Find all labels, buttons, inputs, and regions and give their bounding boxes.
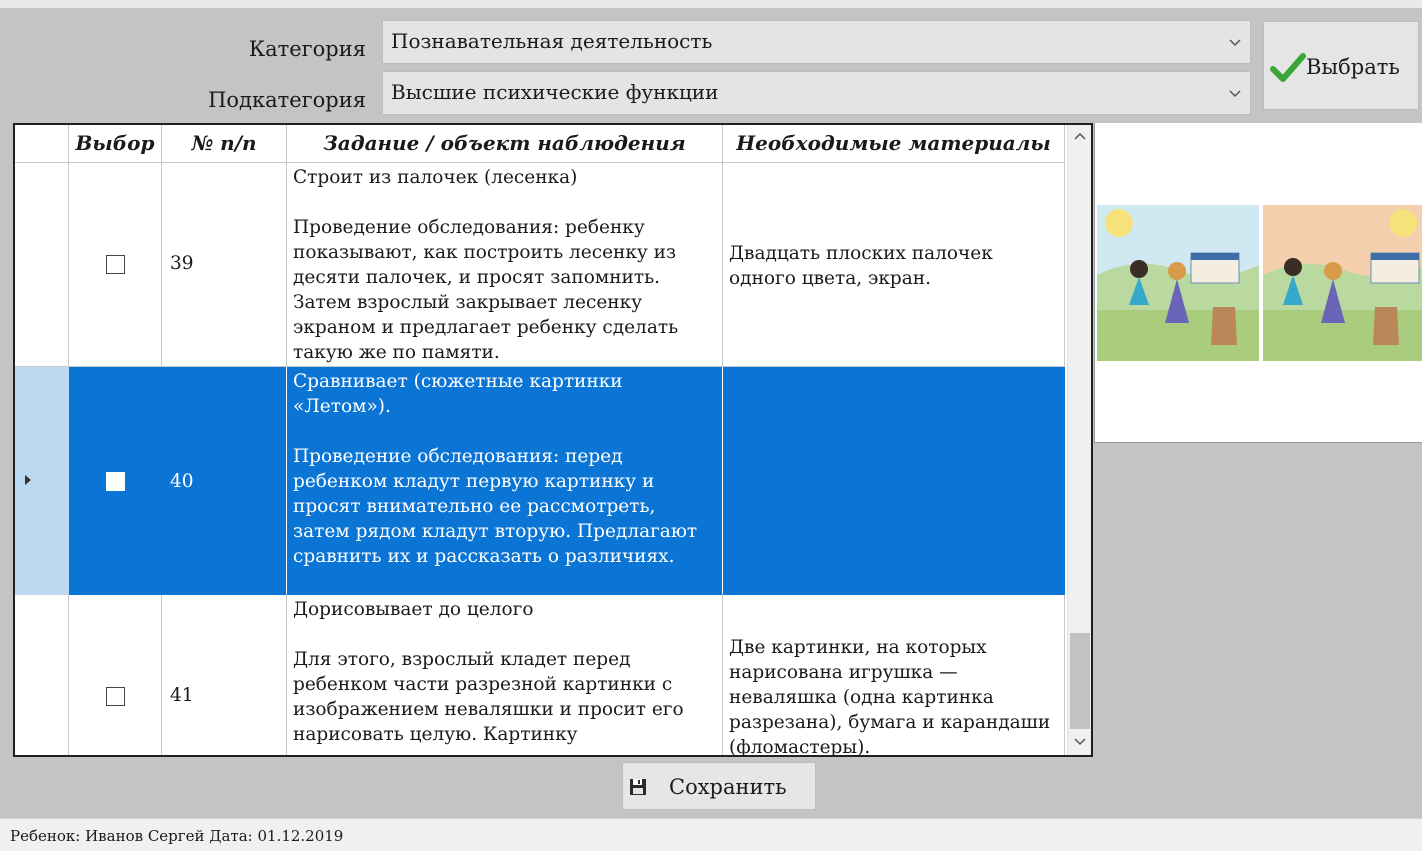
table-row[interactable]: 41 Дорисовывает до целого Для этого, взр…	[15, 595, 1065, 755]
select-cell	[69, 163, 162, 367]
status-text: Ребенок: Иванов Сергей Дата: 01.12.2019	[10, 827, 344, 845]
table-row[interactable]: 40 Сравнивает (сюжетные картинки «Летом»…	[15, 367, 1065, 595]
row-checkbox[interactable]	[106, 687, 125, 706]
table-row[interactable]: 39 Строит из палочек (лесенка) Проведени…	[15, 163, 1065, 367]
materials-cell: Двадцать плоских палочек одного цвета, э…	[723, 163, 1065, 367]
save-button-label: Сохранить	[669, 775, 787, 799]
materials-cell	[723, 367, 1065, 595]
select-button[interactable]: Выбрать	[1263, 21, 1419, 110]
category-label: Категория	[248, 37, 366, 61]
chevron-down-icon	[1229, 90, 1241, 98]
number-cell: 39	[162, 163, 287, 367]
vertical-scrollbar[interactable]	[1067, 125, 1091, 755]
row-indicator[interactable]	[15, 595, 69, 755]
row-indicator[interactable]	[15, 163, 69, 367]
task-cell: Сравнивает (сюжетные картинки «Летом»). …	[287, 367, 723, 595]
scroll-down-icon[interactable]	[1072, 733, 1088, 749]
save-button[interactable]: Сохранить	[622, 762, 816, 810]
row-number: 40	[170, 471, 194, 492]
select-button-label: Выбрать	[1306, 55, 1400, 79]
scroll-thumb[interactable]	[1070, 633, 1090, 729]
subcategory-combo[interactable]: Высшие психические функции	[382, 71, 1251, 115]
tasks-grid: Выбор № п/п Задание / объект наблюдения …	[13, 123, 1093, 757]
number-cell: 41	[162, 595, 287, 755]
select-cell	[69, 595, 162, 755]
row-indicator[interactable]	[15, 367, 69, 595]
materials-cell: Две картинки, на которых нарисована игру…	[723, 595, 1065, 755]
top-edge	[0, 0, 1422, 8]
task-cell: Дорисовывает до целого Для этого, взросл…	[287, 595, 723, 755]
row-pointer-icon	[25, 475, 31, 485]
save-disk-icon	[630, 779, 646, 795]
category-combo[interactable]: Познавательная деятельность	[382, 20, 1251, 64]
status-bar: Ребенок: Иванов Сергей Дата: 01.12.2019	[0, 818, 1422, 851]
row-number: 41	[170, 685, 194, 706]
header-select[interactable]: Выбор	[69, 125, 162, 163]
header-materials[interactable]: Необходимые материалы	[723, 125, 1065, 163]
checkmark-icon	[1270, 53, 1306, 82]
preview-picture-2	[1263, 205, 1422, 361]
form-panel: Категория Познавательная деятельность По…	[0, 0, 1422, 818]
header-number[interactable]: № п/п	[162, 125, 287, 163]
number-cell: 40	[162, 367, 287, 595]
preview-image-panel	[1094, 123, 1422, 443]
preview-picture-1	[1097, 205, 1259, 361]
row-number: 39	[170, 253, 194, 274]
header-row-indicator	[15, 125, 69, 163]
select-cell	[69, 367, 162, 595]
subcategory-label: Подкатегория	[208, 88, 366, 112]
row-checkbox[interactable]	[106, 472, 125, 491]
task-cell: Строит из палочек (лесенка) Проведение о…	[287, 163, 723, 367]
chevron-down-icon	[1229, 39, 1241, 47]
header-task[interactable]: Задание / объект наблюдения	[287, 125, 723, 163]
scroll-up-icon[interactable]	[1072, 129, 1088, 145]
subcategory-value: Высшие психические функции	[391, 80, 719, 104]
category-value: Познавательная деятельность	[391, 29, 713, 53]
row-checkbox[interactable]	[106, 255, 125, 274]
